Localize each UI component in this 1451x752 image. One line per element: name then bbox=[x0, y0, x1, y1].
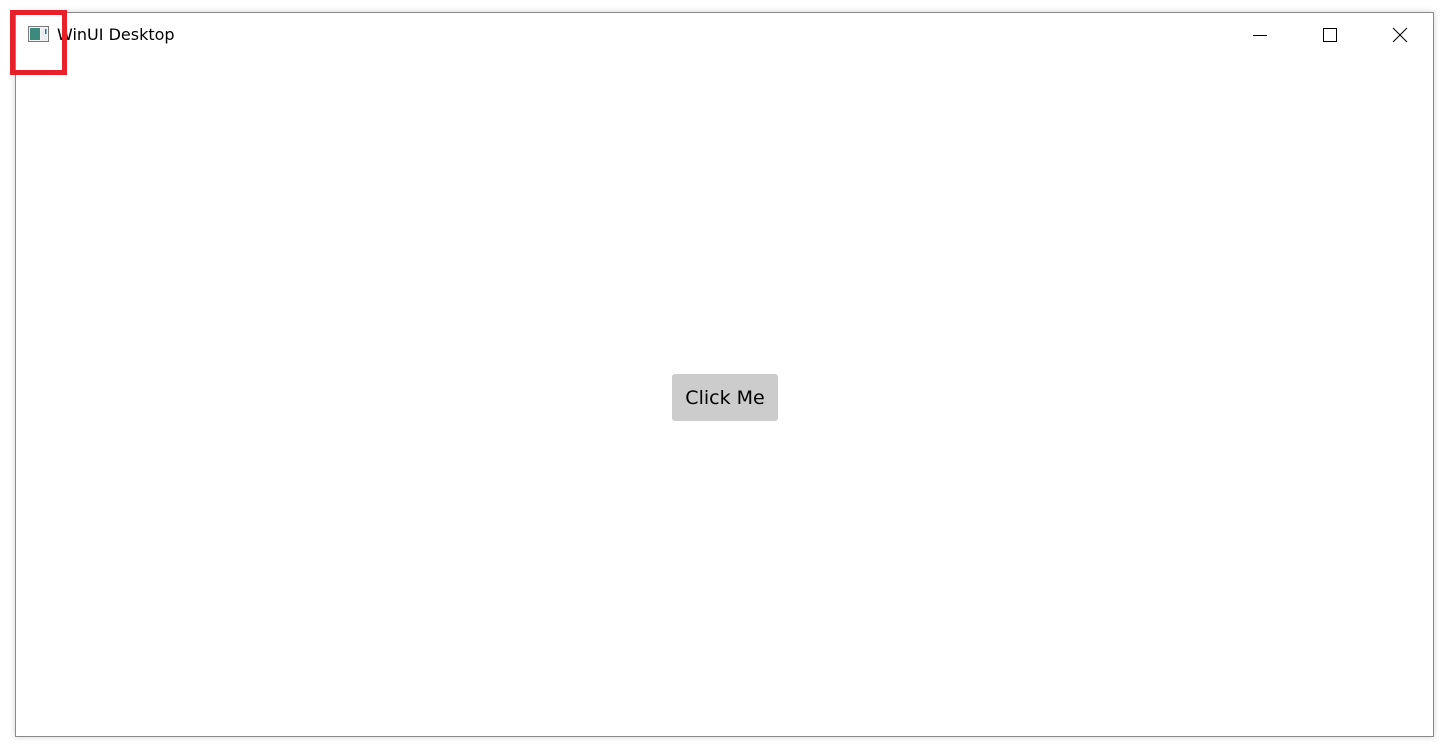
desktop: WinUI Desktop Click Me bbox=[0, 0, 1451, 752]
minimize-button[interactable] bbox=[1225, 13, 1295, 57]
maximize-button[interactable] bbox=[1295, 13, 1365, 57]
app-window-icon[interactable] bbox=[28, 26, 49, 42]
title-bar[interactable]: WinUI Desktop bbox=[16, 13, 1433, 57]
click-me-button[interactable]: Click Me bbox=[672, 374, 778, 421]
window-content: Click Me bbox=[16, 57, 1433, 736]
close-icon bbox=[1392, 27, 1408, 43]
maximize-icon bbox=[1322, 27, 1338, 43]
app-window: WinUI Desktop Click Me bbox=[15, 12, 1434, 737]
close-button[interactable] bbox=[1365, 13, 1435, 57]
minimize-icon bbox=[1252, 27, 1268, 43]
window-title: WinUI Desktop bbox=[57, 25, 175, 44]
